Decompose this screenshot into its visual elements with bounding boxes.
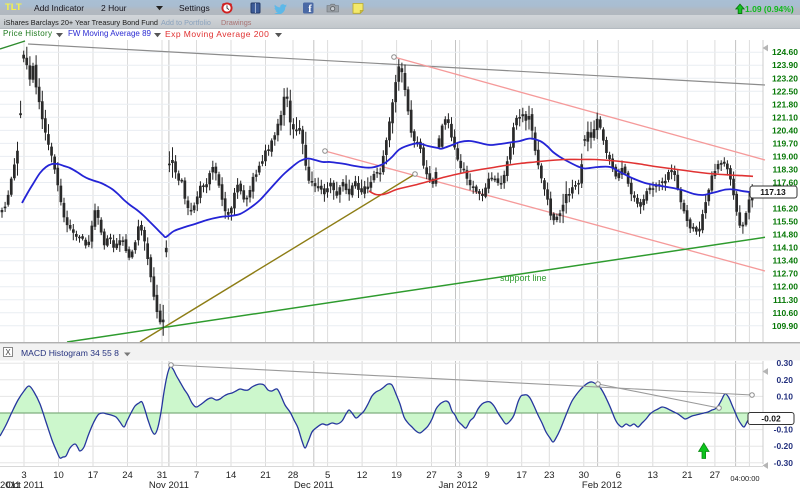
svg-text:21: 21 <box>260 470 271 481</box>
svg-text:support line: support line <box>500 273 547 283</box>
svg-text:113.40: 113.40 <box>772 256 798 266</box>
svg-text:115.50: 115.50 <box>772 217 798 227</box>
svg-text:114.10: 114.10 <box>772 243 798 253</box>
svg-text:9: 9 <box>485 470 490 481</box>
svg-text:121.10: 121.10 <box>772 112 798 122</box>
svg-text:123.90: 123.90 <box>772 60 798 70</box>
svg-text:-0.30: -0.30 <box>774 458 794 468</box>
svg-text:MACD Histogram 34 55 8: MACD Histogram 34 55 8 <box>21 348 119 358</box>
svg-text:112.00: 112.00 <box>772 282 798 292</box>
svg-text:114.80: 114.80 <box>772 230 798 240</box>
svg-text:7: 7 <box>194 470 199 481</box>
svg-text:Jan 2012: Jan 2012 <box>438 480 477 491</box>
svg-text:-0.02: -0.02 <box>761 414 781 424</box>
svg-text:12: 12 <box>357 470 368 481</box>
svg-text:23: 23 <box>544 470 555 481</box>
svg-text:120.40: 120.40 <box>772 125 798 135</box>
svg-text:119.70: 119.70 <box>772 138 798 148</box>
svg-text:109.90: 109.90 <box>772 321 798 331</box>
svg-text:f: f <box>308 4 312 14</box>
svg-text:27: 27 <box>426 470 437 481</box>
svg-text:119.00: 119.00 <box>772 151 798 161</box>
svg-text:Oct 2011: Oct 2011 <box>6 480 44 491</box>
svg-text:19: 19 <box>391 470 402 481</box>
svg-text:122.50: 122.50 <box>772 86 798 96</box>
svg-text:27: 27 <box>710 470 721 481</box>
svg-text:04:00:00: 04:00:00 <box>730 474 759 483</box>
svg-text:121.80: 121.80 <box>772 99 798 109</box>
svg-text:13: 13 <box>648 470 659 481</box>
svg-text:X: X <box>5 348 11 357</box>
svg-text:17: 17 <box>88 470 99 481</box>
svg-text:Feb 2012: Feb 2012 <box>582 480 622 491</box>
svg-text:110.60: 110.60 <box>772 308 798 318</box>
svg-text:10: 10 <box>53 470 64 481</box>
svg-text:0.30: 0.30 <box>776 358 793 368</box>
svg-text:Nov 2011: Nov 2011 <box>149 480 189 491</box>
svg-text:118.30: 118.30 <box>772 165 798 175</box>
svg-text:21: 21 <box>682 470 693 481</box>
svg-text:0.10: 0.10 <box>776 391 793 401</box>
svg-text:-0.10: -0.10 <box>774 425 794 435</box>
svg-text:117.13: 117.13 <box>760 187 786 197</box>
svg-text:17: 17 <box>516 470 527 481</box>
svg-text:24: 24 <box>122 470 133 481</box>
svg-text:124.60: 124.60 <box>772 47 798 57</box>
svg-text:111.30: 111.30 <box>773 295 798 305</box>
svg-text:112.70: 112.70 <box>772 269 798 279</box>
svg-text:14: 14 <box>226 470 237 481</box>
svg-text:Dec 2011: Dec 2011 <box>294 480 334 491</box>
svg-text:0.20: 0.20 <box>776 375 793 385</box>
svg-text:116.20: 116.20 <box>772 204 798 214</box>
svg-text:123.20: 123.20 <box>772 73 798 83</box>
svg-text:-0.20: -0.20 <box>774 441 794 451</box>
